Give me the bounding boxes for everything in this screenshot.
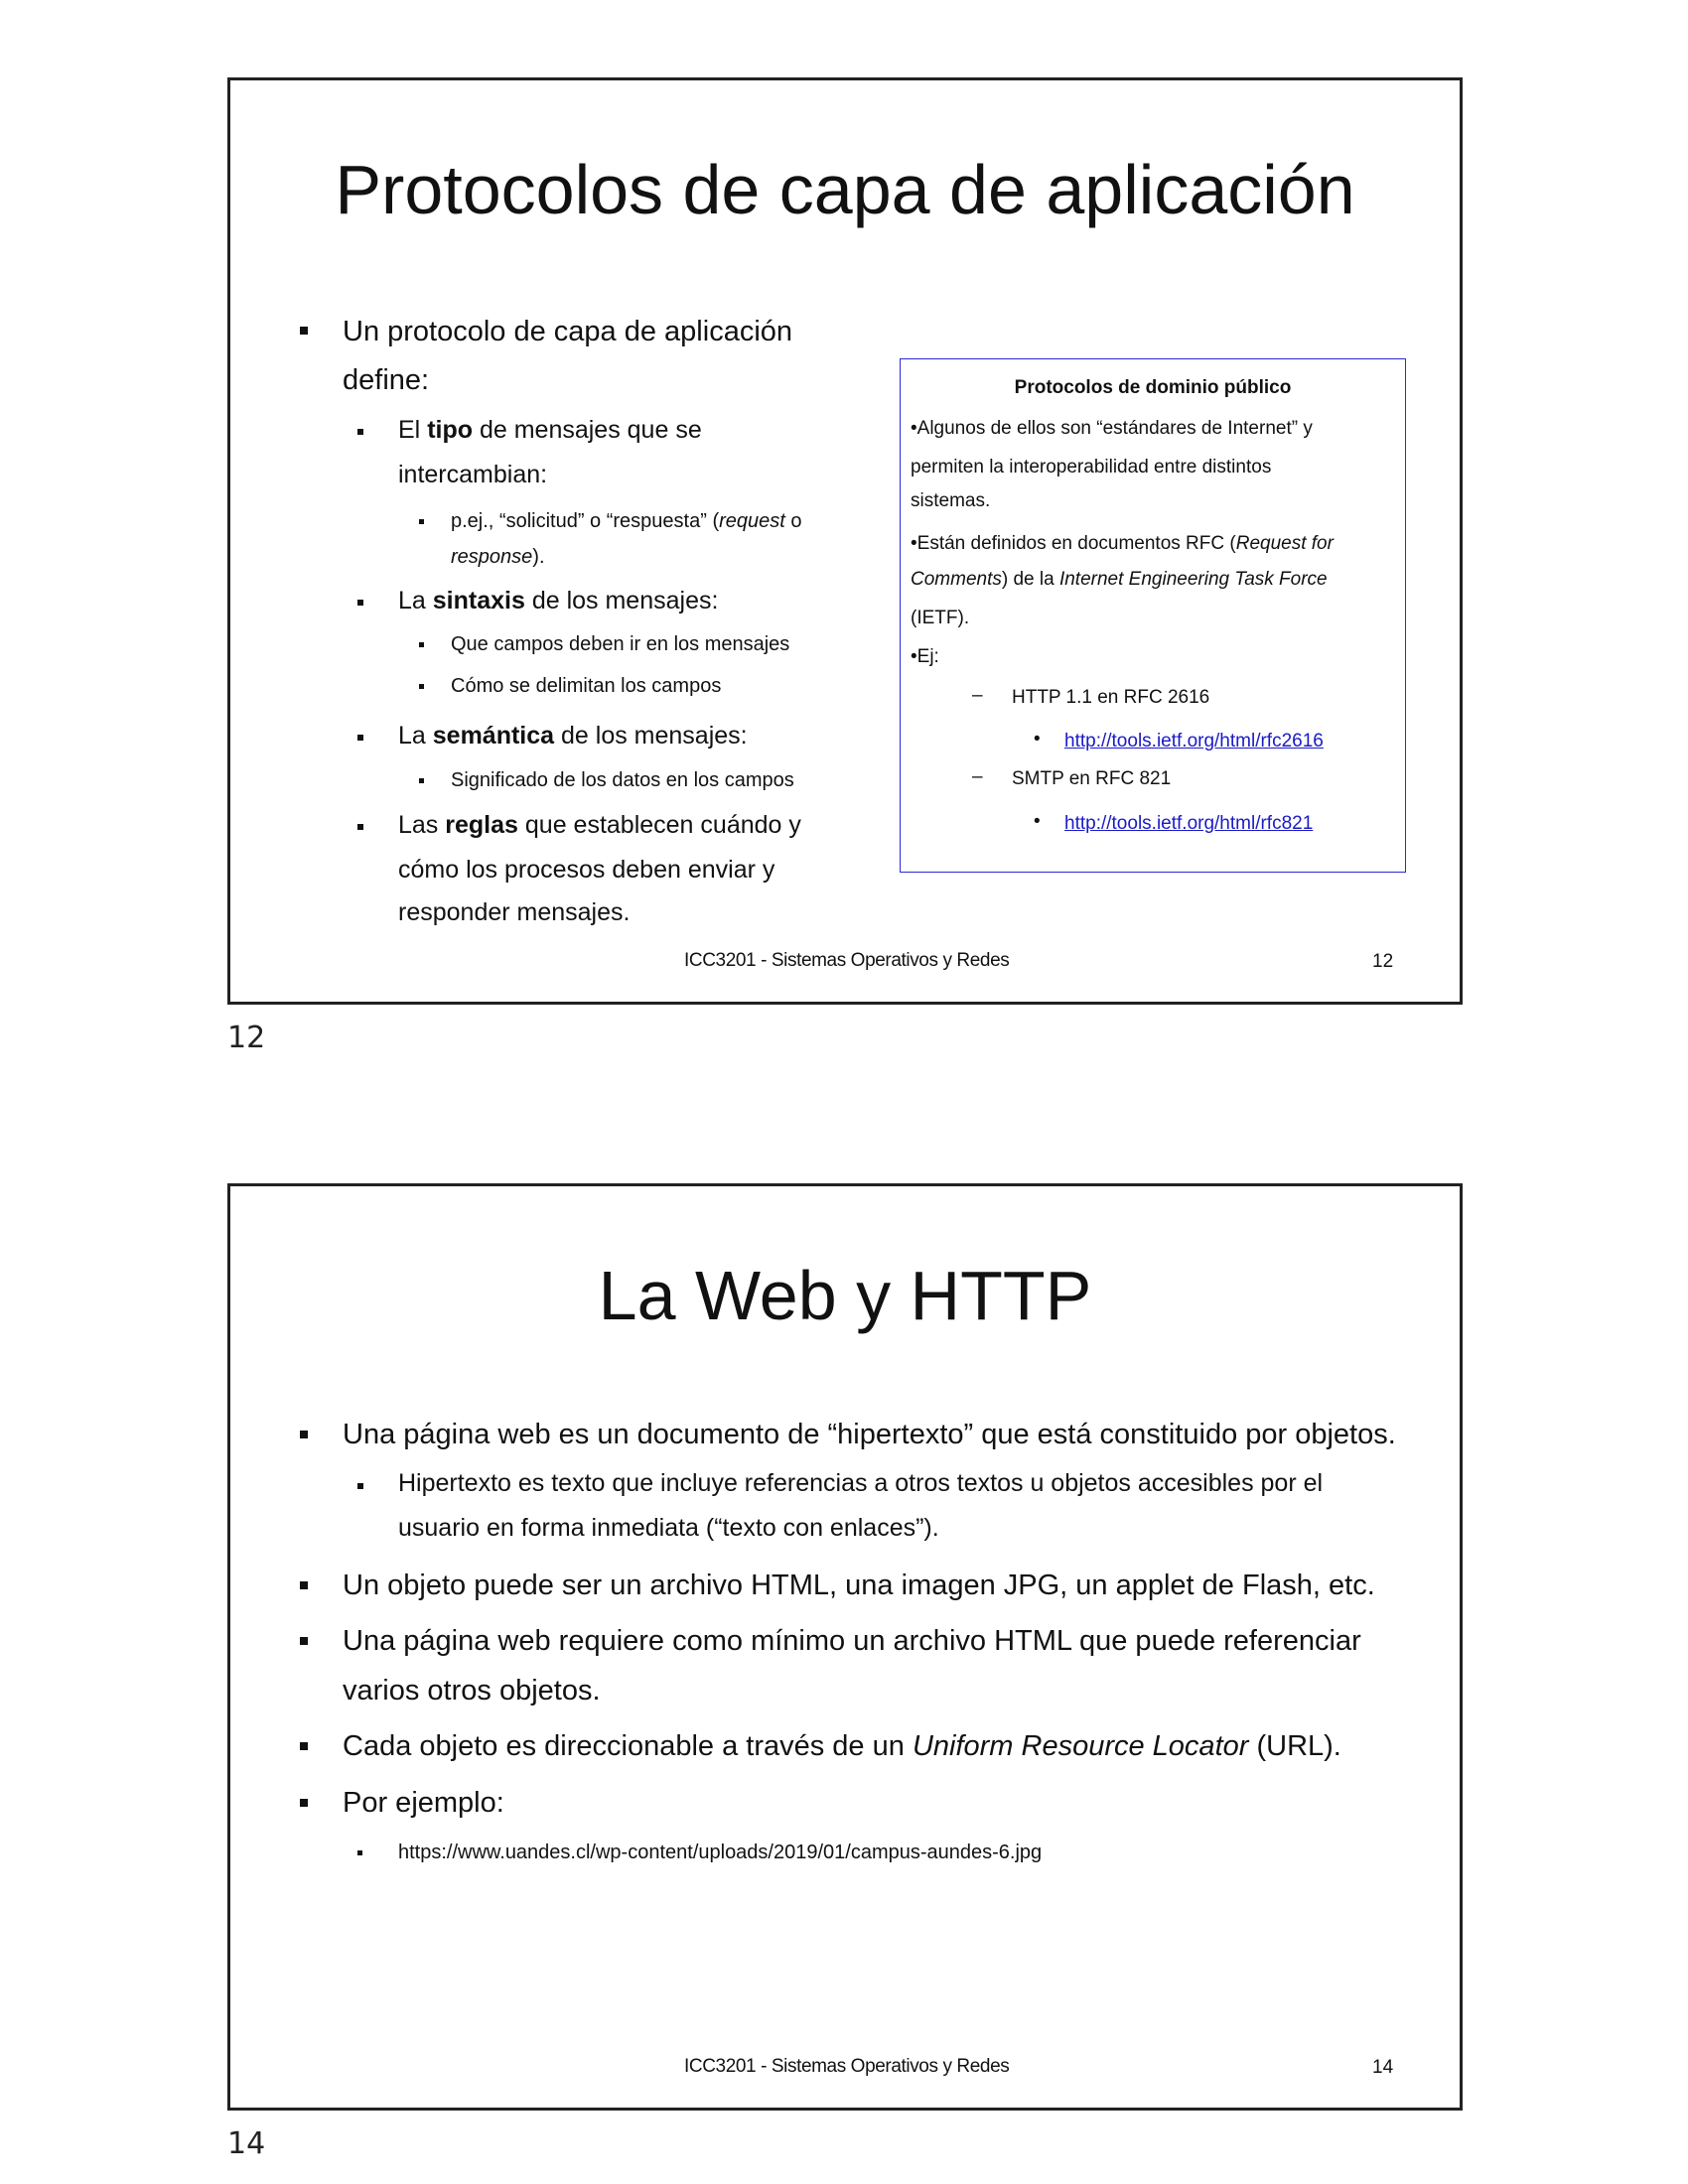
bullet-text: Una página web es un documento de “hiper…	[343, 1419, 1396, 1450]
bullet-text-cont: define:	[343, 364, 430, 396]
page-number: 14	[227, 2126, 266, 2161]
text-segment: ).	[532, 546, 545, 568]
italic-term: request	[719, 510, 785, 532]
italic-term: Comments	[911, 569, 1002, 590]
bullet-text-cont: varios otros objetos.	[343, 1675, 601, 1706]
box-text: (IETF).	[911, 608, 970, 628]
slide-footer: ICC3201 - Sistemas Operativos y Redes	[684, 950, 1010, 971]
bullet-text: Una página web requiere como mínimo un a…	[343, 1625, 1361, 1657]
bold-term: semántica	[432, 722, 555, 750]
slide-title: Protocolos de capa de aplicación	[335, 151, 1355, 228]
bullet-marker	[357, 735, 363, 741]
sub-bullet: Que campos deben ir en los mensajes	[451, 633, 790, 655]
bullet-marker	[300, 1742, 308, 1750]
bullet-sintaxis: La sintaxis de los mensajes:	[398, 579, 718, 623]
public-domain-protocols-box: Protocolos de dominio público •Algunos d…	[900, 358, 1406, 873]
bullet-marker	[300, 1581, 308, 1589]
sub-bullet-example-cont: response).	[451, 539, 545, 575]
bullet-marker	[419, 684, 424, 689]
italic-term: response	[451, 546, 533, 568]
slide-14: La Web y HTTP Una página web es un docum…	[227, 1183, 1463, 2111]
text-segment: de los mensajes:	[524, 587, 719, 614]
example-http: HTTP 1.1 en RFC 2616	[1012, 687, 1210, 708]
box-text: •Están definidos en documentos RFC (Requ…	[911, 531, 1334, 557]
bullet-semantica: La semántica de los mensajes:	[398, 714, 748, 758]
example-url: https://www.uandes.cl/wp-content/uploads…	[398, 1842, 1043, 1863]
page-number: 12	[227, 1021, 266, 1055]
bullet-text: Un protocolo de capa de aplicación	[343, 316, 793, 347]
text-segment: El	[398, 416, 428, 444]
text-segment: o	[784, 510, 802, 532]
box-text: sistemas.	[911, 490, 991, 511]
text-segment: que establecen cuándo y	[517, 811, 801, 839]
slide-12: Protocolos de capa de aplicación Un prot…	[227, 77, 1463, 1005]
bullet-text-cont: responder mensajes.	[398, 898, 631, 926]
bullet-marker	[300, 1799, 308, 1807]
text-segment: de los mensajes:	[554, 722, 748, 750]
text-segment: Cada objeto es direccionable a través de…	[343, 1730, 913, 1762]
text-segment: •Están definidos en documentos RFC (	[911, 533, 1236, 554]
dot-marker: •	[1034, 729, 1041, 750]
bold-term: reglas	[445, 811, 518, 839]
bullet-text: Cada objeto es direccionable a través de…	[343, 1722, 1341, 1770]
text-segment: La	[398, 587, 433, 614]
sub-bullet: Hipertexto es texto que incluye referenc…	[398, 1469, 1324, 1497]
slide-number: 12	[1372, 951, 1394, 972]
box-heading: Protocolos de dominio público	[1014, 377, 1292, 398]
text-segment: (URL).	[1248, 1730, 1341, 1762]
slide-number: 14	[1372, 2057, 1394, 2078]
link-rfc2616[interactable]: http://tools.ietf.org/html/rfc2616	[1064, 729, 1324, 754]
bold-term: sintaxis	[432, 587, 525, 614]
box-text: •Algunos de ellos son “estándares de Int…	[911, 418, 1313, 439]
slide-footer: ICC3201 - Sistemas Operativos y Redes	[684, 2056, 1010, 2077]
example-smtp: SMTP en RFC 821	[1012, 768, 1172, 789]
dot-marker: •	[1034, 811, 1041, 832]
box-text: •Ej:	[911, 646, 939, 667]
sub-bullet: Significado de los datos en los campos	[451, 769, 794, 791]
text-segment: ) de la	[1001, 569, 1059, 590]
text-segment: Las	[398, 811, 446, 839]
bullet-tipo: El tipo de mensajes que se	[398, 408, 702, 453]
bullet-marker	[357, 429, 363, 435]
text-segment: de mensajes que se	[473, 416, 702, 444]
bullet-text: Por ejemplo:	[343, 1787, 504, 1819]
bullet-marker	[300, 1431, 308, 1438]
bold-term: tipo	[427, 416, 474, 444]
bullet-text-cont: cómo los procesos deben enviar y	[398, 856, 775, 884]
bullet-marker	[419, 519, 424, 524]
text-segment: La	[398, 722, 433, 750]
bullet-text: Un objeto puede ser un archivo HTML, una…	[343, 1570, 1375, 1601]
bullet-marker	[419, 642, 424, 647]
dash-marker: –	[972, 766, 983, 787]
box-text: Comments) de la Internet Engineering Tas…	[911, 567, 1328, 593]
dash-marker: –	[972, 685, 983, 706]
italic-term: Request for	[1235, 533, 1334, 554]
text-segment: p.ej., “solicitud” o “respuesta” (	[451, 510, 720, 532]
bullet-marker	[357, 824, 363, 830]
link-rfc821[interactable]: http://tools.ietf.org/html/rfc821	[1064, 811, 1313, 837]
bullet-marker	[357, 1483, 363, 1489]
sub-bullet-example: p.ej., “solicitud” o “respuesta” (reques…	[451, 503, 802, 539]
bullet-marker	[357, 600, 363, 606]
italic-term: Internet Engineering Task Force	[1058, 569, 1328, 590]
bullet-text-cont: intercambian:	[398, 461, 548, 488]
bullet-reglas: Las reglas que establecen cuándo y	[398, 803, 801, 848]
slide-title: La Web y HTTP	[598, 1257, 1092, 1334]
italic-term: Uniform Resource Locator	[912, 1730, 1249, 1762]
bullet-marker	[300, 327, 308, 335]
bullet-marker	[300, 1637, 308, 1645]
bullet-marker	[357, 1850, 362, 1855]
sub-bullet: Cómo se delimitan los campos	[451, 675, 722, 697]
sub-bullet-cont: usuario en forma inmediata (“texto con e…	[398, 1514, 939, 1542]
bullet-marker	[419, 778, 424, 783]
box-text: permiten la interoperabilidad entre dist…	[911, 457, 1272, 478]
